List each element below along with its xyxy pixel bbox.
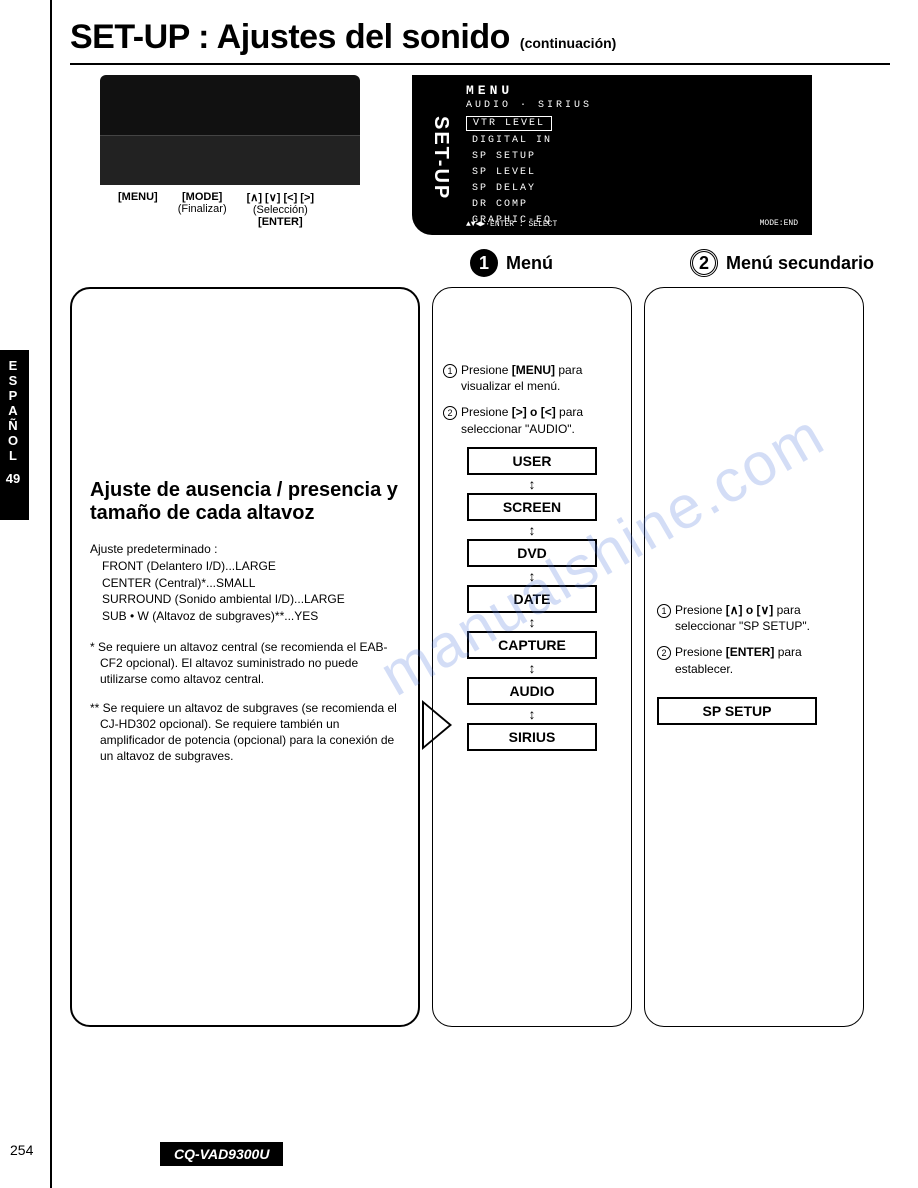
title-divider	[70, 63, 890, 65]
screen-menu-item: DIGITAL IN	[466, 134, 558, 147]
sp-setup-box: SP SETUP	[657, 697, 817, 725]
menu-item-box: DATE	[467, 585, 597, 613]
instruction-2: 2Presione [>] o [<] para seleccionar "AU…	[443, 404, 621, 436]
double-arrow-icon: ↕	[529, 569, 536, 583]
double-arrow-icon: ↕	[529, 477, 536, 491]
double-arrow-icon: ↕	[529, 661, 536, 675]
double-arrow-icon: ↕	[529, 707, 536, 721]
menu-item-box: CAPTURE	[467, 631, 597, 659]
step-2-badge: 2	[690, 249, 718, 277]
screen-menu-item: DR COMP	[466, 198, 534, 211]
step-1-badge: 1	[470, 249, 498, 277]
screen-menu-item: SP SETUP	[466, 150, 542, 163]
preset-line: SUB • W (Altavoz de subgraves)**...YES	[102, 608, 400, 625]
menu-panel: 1Presione [MENU] para visualizar el menú…	[432, 287, 632, 1027]
double-arrow-icon: ↕	[529, 615, 536, 629]
menu-item-box: DVD	[467, 539, 597, 567]
preset-line: CENTER (Central)*...SMALL	[102, 575, 400, 592]
device-photo	[100, 75, 360, 185]
page-number: 254	[10, 1142, 33, 1158]
double-arrow-icon: ↕	[529, 523, 536, 537]
menu-stack: USER ↕ SCREEN ↕ DVD ↕ DATE ↕ CAPTURE ↕ AUDIO ↕ SIRIU…	[443, 447, 621, 751]
preset-block: Ajuste predeterminado : FRONT (Delantero…	[90, 541, 400, 625]
page-title: SET-UP : Ajustes del sonido	[70, 18, 510, 57]
instruction-r2: 2Presione [ENTER] para establecer.	[657, 644, 851, 676]
screen-menu-item: VTR LEVEL	[466, 116, 552, 131]
setup-tab: SET-UP	[412, 75, 452, 235]
screen-display: MENU AUDIO · SIRIUS VTR LEVELDIGITAL INS…	[452, 75, 812, 235]
menu-item-box: SCREEN	[467, 493, 597, 521]
screen-menu-item: SP DELAY	[466, 182, 542, 195]
left-heading: Ajuste de ausencia / presencia y tamaño …	[90, 479, 400, 525]
menu-item-box: AUDIO	[467, 677, 597, 705]
page-title-cont: (continuación)	[520, 35, 616, 51]
submenu-panel: 1Presione [∧] o [∨] para seleccionar "SP…	[644, 287, 864, 1027]
menu-item-box: USER	[467, 447, 597, 475]
button-labels: [MENU] [MODE](Finalizar) [∧] [∨] [<] [>]…	[118, 191, 400, 228]
step-2-label: Menú secundario	[726, 253, 874, 274]
left-panel: Ajuste de ausencia / presencia y tamaño …	[70, 287, 420, 1027]
screen-menu-item: SP LEVEL	[466, 166, 542, 179]
model-badge: CQ-VAD9300U	[160, 1142, 283, 1166]
preset-line: SURROUND (Sonido ambiental I/D)...LARGE	[102, 591, 400, 608]
language-tab: ESPAÑOL 49	[0, 350, 29, 520]
footnote-2: ** Se requiere un altavoz de subgraves (…	[90, 700, 400, 765]
footnote-1: * Se requiere un altavoz central (se rec…	[90, 639, 400, 688]
step-1-label: Menú	[506, 253, 553, 274]
preset-line: FRONT (Delantero I/D)...LARGE	[102, 558, 400, 575]
instruction-r1: 1Presione [∧] o [∨] para seleccionar "SP…	[657, 602, 851, 634]
instruction-1: 1Presione [MENU] para visualizar el menú…	[443, 362, 621, 394]
menu-item-box: SIRIUS	[467, 723, 597, 751]
